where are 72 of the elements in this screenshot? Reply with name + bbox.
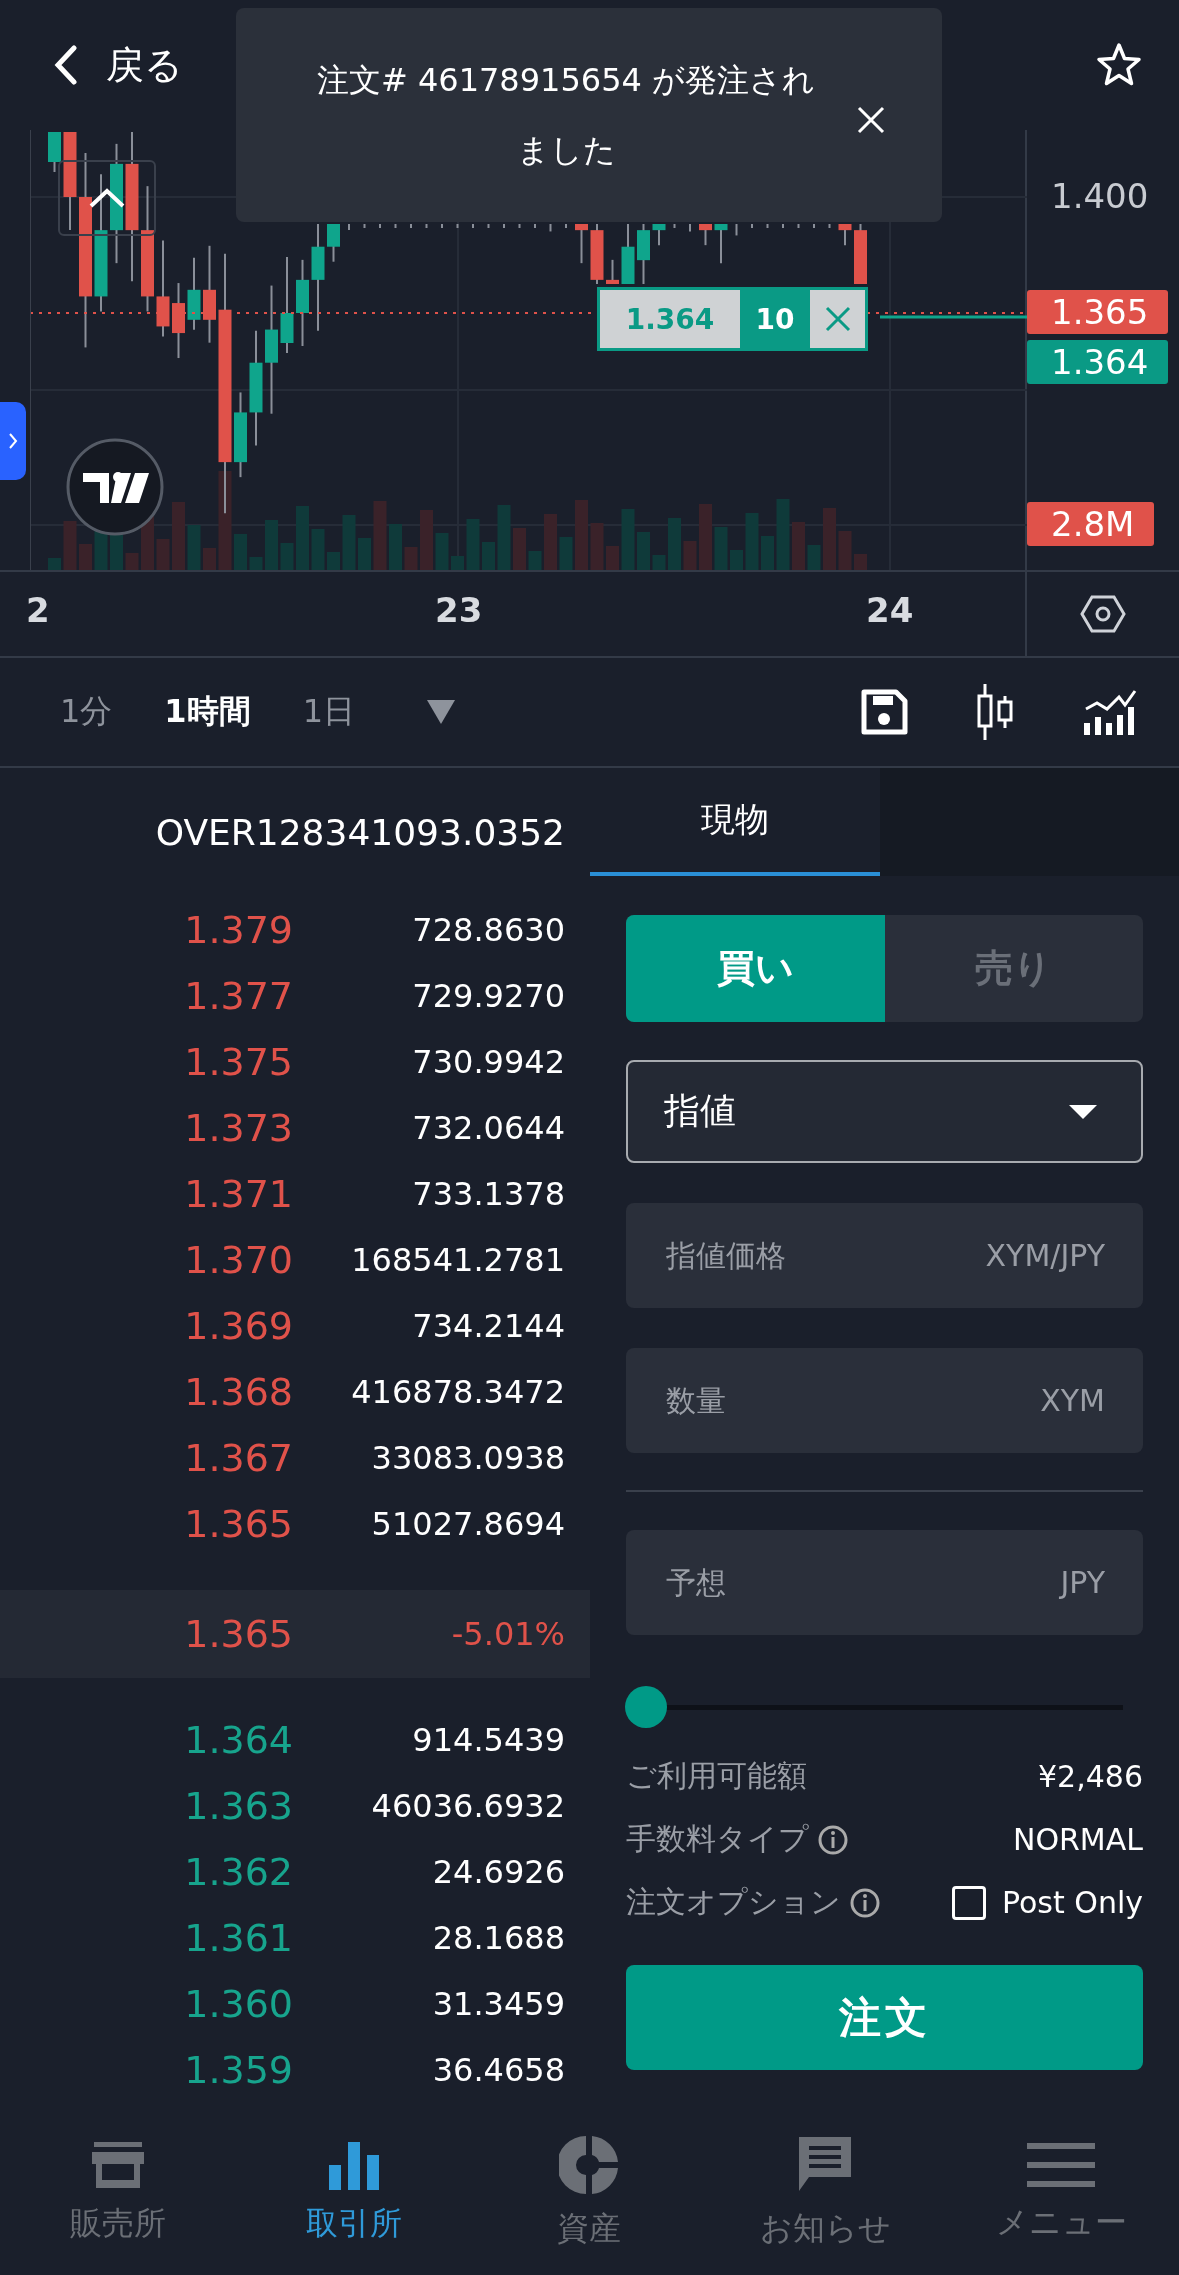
input-field[interactable]: 指値価格 XYM/JPY	[626, 1203, 1143, 1308]
unit-label: JPY	[1060, 1565, 1105, 1600]
input-field[interactable]: 数量 XYM	[626, 1348, 1143, 1453]
nav-item[interactable]: メニュー	[943, 2140, 1179, 2245]
nav-item[interactable]: 取引所	[235, 2139, 472, 2246]
time-axis-label: 2	[26, 590, 50, 630]
bid-amount: 24.6926	[431, 1853, 565, 1891]
unit-label: XYM/JPY	[985, 1238, 1105, 1273]
bid-price: 1.360	[183, 1982, 293, 2026]
ask-price: 1.369	[183, 1304, 293, 1348]
bid-price: 1.364	[183, 1718, 293, 1762]
order-quantity-label: 10	[740, 290, 810, 348]
order-price-label: 1.364	[600, 290, 740, 348]
ask-price: 1.371	[183, 1172, 293, 1216]
ask-price: 1.373	[183, 1106, 293, 1150]
info-label: ご利用可能額	[626, 1757, 807, 1795]
info-label: 手数料タイプ	[626, 1820, 809, 1858]
time-axis-label: 23	[435, 590, 483, 630]
interval-tab[interactable]: 1日	[302, 690, 355, 734]
price-change: -5.01%	[450, 1615, 565, 1653]
bid-price: 1.359	[183, 2048, 293, 2092]
bid-amount: 28.1688	[431, 1919, 565, 1957]
ask-amount: 733.1378	[411, 1175, 565, 1213]
ask-amount: 732.0644	[411, 1109, 565, 1147]
interval-tab[interactable]: 1時間	[164, 690, 251, 734]
order-button[interactable]: 注文	[626, 1965, 1143, 2070]
bid-price: 1.361	[183, 1916, 293, 1960]
side-toggle[interactable]: 買い	[626, 915, 885, 1022]
bid-price-label: 1.364	[1027, 340, 1169, 384]
ask-price: 1.368	[183, 1370, 293, 1414]
nav-item[interactable]: 販売所	[0, 2139, 236, 2246]
nav-item[interactable]: お知らせ	[707, 2134, 944, 2251]
ask-price: 1.370	[183, 1238, 293, 1282]
ask-amount: 416878.3472	[350, 1373, 565, 1411]
volume-label: 2.8M	[1027, 502, 1155, 546]
ask-amount: 730.9942	[411, 1043, 565, 1081]
bid-price: 1.362	[183, 1850, 293, 1894]
text-input[interactable]: 数量	[664, 1382, 1041, 1419]
ask-amount: 734.2144	[411, 1307, 565, 1345]
interval-tab[interactable]: 1分	[60, 690, 113, 734]
bid-amount: 46036.6932	[370, 1787, 565, 1825]
last-price: 1.365	[183, 1612, 293, 1656]
unit-label: XYM	[1040, 1383, 1105, 1418]
back-button[interactable]: 戻る	[54, 39, 183, 91]
text-input[interactable]: 指値価格	[664, 1237, 986, 1274]
input-field[interactable]: 予想 JPY	[626, 1530, 1143, 1635]
ask-amount: 51027.8694	[370, 1505, 565, 1543]
ask-amount: 729.9270	[411, 977, 565, 1015]
last-price-label: 1.365	[1027, 290, 1169, 334]
side-toggle[interactable]: 売り	[884, 915, 1143, 1022]
order-type-select[interactable]: 指値	[626, 1060, 1143, 1163]
ask-amount: 728.8630	[411, 911, 565, 949]
ask-price: 1.379	[183, 908, 293, 952]
ask-amount: 168541.2781	[350, 1241, 565, 1279]
ask-price: 1.375	[183, 1040, 293, 1084]
ask-price: 1.367	[183, 1436, 293, 1480]
ask-price: 1.377	[183, 974, 293, 1018]
info-value: ¥2,486	[1038, 1759, 1143, 1794]
bid-price: 1.363	[183, 1784, 293, 1828]
nav-item[interactable]: 資産	[471, 2134, 708, 2251]
ask-amount: 33083.0938	[370, 1439, 565, 1477]
info-label: 注文オプション	[626, 1883, 841, 1921]
price-axis-label: 1.400	[1051, 176, 1149, 216]
bid-amount: 36.4658	[431, 2051, 565, 2089]
order-book-header: OVER128341093.0352	[154, 811, 566, 855]
info-value: NORMAL	[1012, 1822, 1143, 1857]
time-axis-label: 24	[866, 590, 914, 630]
bid-amount: 914.5439	[411, 1721, 565, 1759]
checkbox-label: Post Only	[1001, 1885, 1143, 1920]
bid-amount: 31.3459	[431, 1985, 565, 2023]
ask-price: 1.365	[183, 1502, 293, 1546]
toast-message: 注文# 46178915654 が発注されました	[315, 60, 817, 171]
